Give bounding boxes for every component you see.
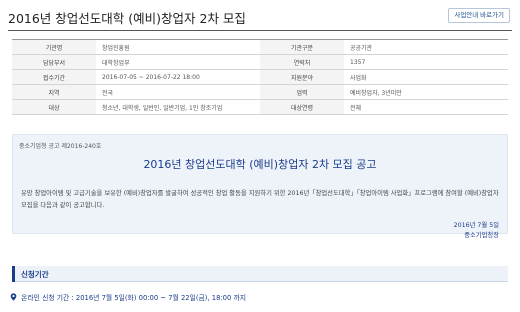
notice-title: 2016년 창업선도대학 (예비)창업자 2차 모집 공고	[143, 158, 377, 171]
info-row: 접수기간 2016-07-05 ~ 2016-07-22 18:00 지원분야 사업화	[12, 69, 508, 85]
title-divider	[8, 30, 512, 31]
notice-box: 중소기업청 공고 제2016-240호 2016년 창업선도대학 (예비)창업자…	[12, 134, 508, 239]
info-label: 담당부서	[12, 54, 96, 70]
section-marker	[12, 266, 15, 282]
application-period: 온라인 신청 기간 : 2016년 7월 5일(화) 00:00 ~ 7월 22…	[10, 292, 246, 302]
info-value: 전체	[344, 99, 508, 115]
info-label: 대상연령	[260, 99, 344, 115]
info-label: 지역	[12, 84, 96, 100]
info-value: 1357	[344, 54, 508, 70]
info-label: 대상	[12, 99, 96, 115]
notice-number: 중소기업청 공고 제2016-240호	[19, 143, 102, 150]
info-value: 2016-07-05 ~ 2016-07-22 18:00	[96, 69, 260, 85]
info-row: 대상 청소년, 대학생, 일반인, 일반기업, 1인 창조기업 대상연령 전체	[12, 99, 508, 115]
info-label: 지원분야	[260, 69, 344, 85]
title-bar: 2016년 창업선도대학 (예비)창업자 2차 모집 사업안내 바로가기	[8, 6, 512, 31]
info-row: 지역 전국 업력 예비창업자, 3년미만	[12, 84, 508, 100]
info-label: 기관명	[12, 39, 96, 55]
page-title: 2016년 창업선도대학 (예비)창업자 2차 모집	[8, 11, 246, 26]
info-label: 접수기간	[12, 69, 96, 85]
notice-body: 유망 창업아이템 및 고급기술을 보유한 (예비)창업자를 발굴하여 성공적인 …	[21, 190, 499, 209]
guide-link-button[interactable]: 사업안내 바로가기	[448, 8, 510, 23]
section-label: 신청기간	[21, 270, 49, 279]
section-header: 신청기간	[12, 266, 508, 282]
info-value: 전국	[96, 84, 260, 100]
location-pin-icon	[10, 293, 17, 301]
info-value: 예비창업자, 3년미만	[344, 84, 508, 100]
info-label: 기관구분	[260, 39, 344, 55]
info-value: 창업진흥원	[96, 39, 260, 55]
info-value: 청소년, 대학생, 일반인, 일반기업, 1인 창조기업	[96, 99, 260, 115]
info-table: 기관명 창업진흥원 기관구분 공공기관 담당부서 대학창업부 연락처 1357 접수기간 2016…	[12, 39, 508, 115]
info-row: 기관명 창업진흥원 기관구분 공공기관	[12, 39, 508, 55]
notice-org: 중소기업청장	[464, 232, 499, 239]
info-label: 연락처	[260, 54, 344, 70]
notice-date: 2016년 7월 5일	[453, 222, 499, 229]
info-value: 사업화	[344, 69, 508, 85]
application-period-text: 온라인 신청 기간 : 2016년 7월 5일(화) 00:00 ~ 7월 22…	[21, 294, 246, 302]
info-row: 담당부서 대학창업부 연락처 1357	[12, 54, 508, 70]
info-value: 대학창업부	[96, 54, 260, 70]
info-label: 업력	[260, 84, 344, 100]
info-value: 공공기관	[344, 39, 508, 55]
